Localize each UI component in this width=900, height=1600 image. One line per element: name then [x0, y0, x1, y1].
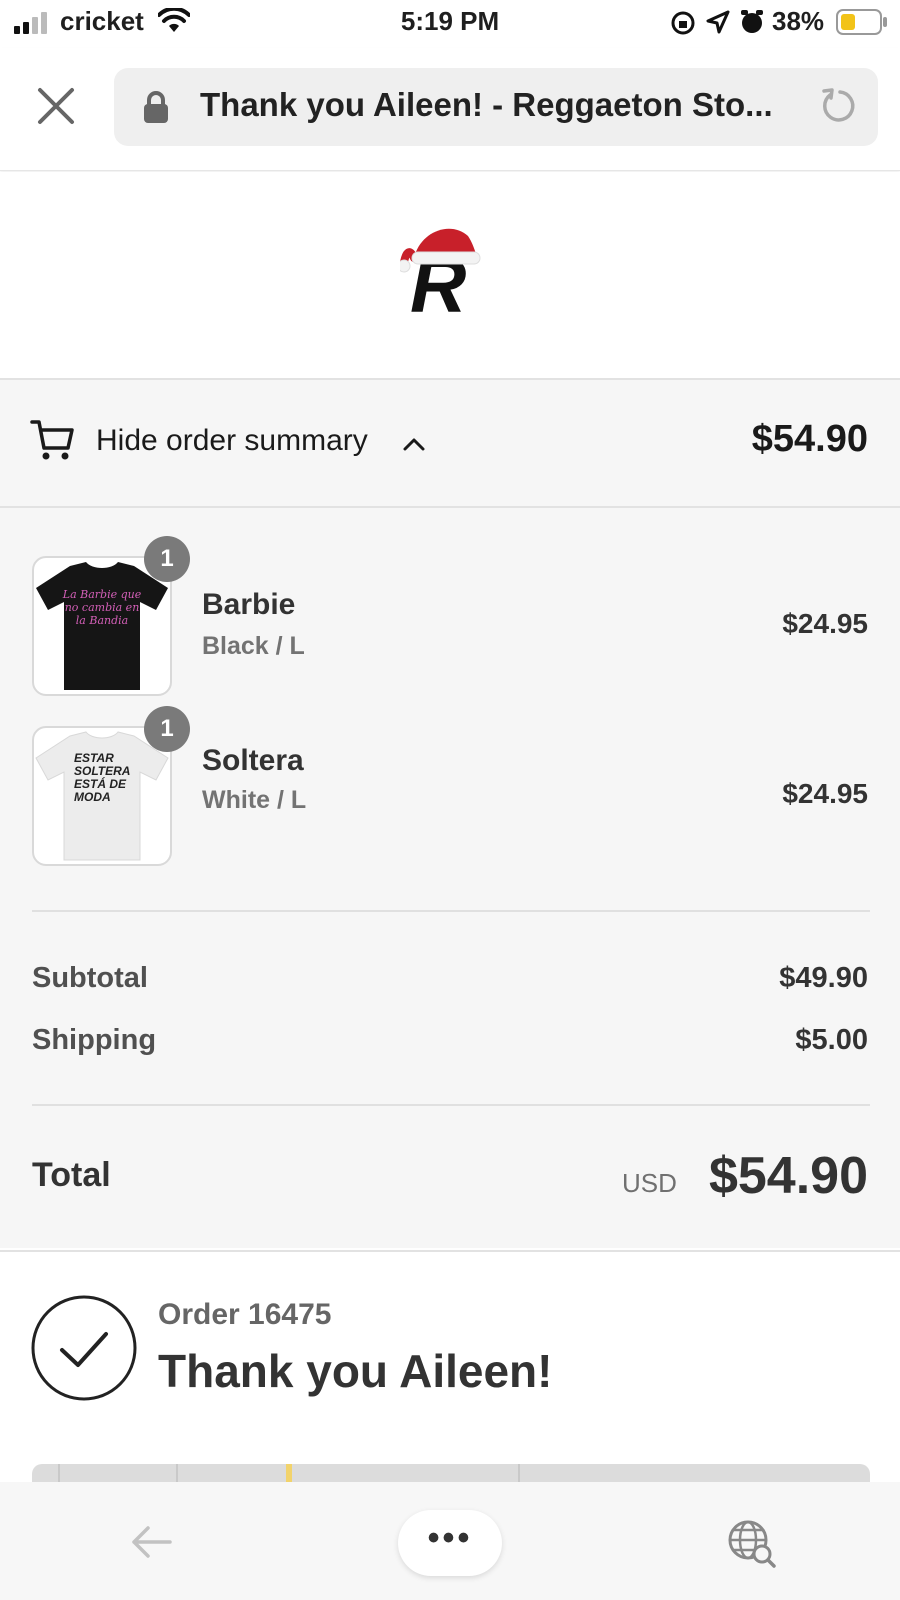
product-variant: White / L — [202, 786, 307, 814]
summary-total: $54.90 — [751, 418, 868, 460]
close-icon[interactable] — [36, 86, 76, 126]
lock-icon — [144, 91, 168, 123]
shipping-value: $5.00 — [795, 1024, 868, 1056]
svg-text:MODA: MODA — [74, 790, 111, 804]
store-logo[interactable]: R — [400, 218, 490, 318]
location-icon — [706, 10, 730, 34]
product-thumbnail: La Barbie que no cambia en la Bandia — [32, 556, 172, 696]
subtotal-value: $49.90 — [779, 962, 868, 994]
svg-text:la Bandia: la Bandia — [76, 614, 128, 627]
orientation-lock-icon — [671, 11, 695, 35]
product-variant: Black / L — [202, 632, 305, 660]
product-name: Soltera — [202, 744, 304, 777]
shipping-label: Shipping — [32, 1024, 157, 1056]
total-value: $54.90 — [708, 1147, 868, 1205]
battery-percent: 38% — [772, 6, 825, 36]
back-arrow-icon[interactable] — [130, 1524, 172, 1560]
hide-summary-label[interactable]: Hide order summary — [96, 424, 368, 458]
battery-icon — [836, 9, 887, 35]
divider — [32, 910, 870, 912]
svg-text:ESTÁ DE: ESTÁ DE — [74, 776, 127, 791]
thank-you-heading: Thank you Aileen! — [158, 1345, 553, 1397]
checkmark-circle-icon — [31, 1295, 137, 1401]
more-options-button[interactable]: ••• — [398, 1510, 502, 1576]
product-thumbnail: ESTAR SOLTERA ESTÁ DE MODA — [32, 726, 172, 866]
chevron-up-icon[interactable] — [402, 436, 426, 452]
quantity-badge: 1 — [144, 706, 190, 752]
tshirt-black-image: La Barbie que no cambia en la Bandia — [36, 562, 168, 690]
product-price: $24.95 — [782, 608, 868, 639]
svg-text:ESTAR: ESTAR — [74, 751, 114, 765]
product-name: Barbie — [202, 588, 296, 621]
order-number: Order 16475 — [158, 1298, 332, 1331]
total-currency: USD — [622, 1168, 677, 1198]
svg-text:La Barbie que: La Barbie que — [62, 588, 142, 601]
reload-icon[interactable] — [820, 86, 860, 126]
svg-text:no cambia en: no cambia en — [65, 601, 140, 614]
subtotal-label: Subtotal — [32, 962, 148, 994]
quantity-badge: 1 — [144, 536, 190, 582]
alarm-icon — [741, 10, 763, 33]
page-title: Thank you Aileen! - Reggaeton Sto... — [200, 86, 773, 123]
cart-icon — [30, 420, 74, 460]
svg-text:SOLTERA: SOLTERA — [74, 764, 130, 778]
product-price: $24.95 — [782, 778, 868, 809]
tshirt-white-image: ESTAR SOLTERA ESTÁ DE MODA — [35, 731, 169, 861]
translate-globe-icon[interactable] — [726, 1518, 776, 1568]
total-label: Total — [32, 1156, 111, 1194]
status-bar: cricket 5:19 PM 38% — [0, 0, 900, 44]
divider — [32, 1104, 870, 1106]
